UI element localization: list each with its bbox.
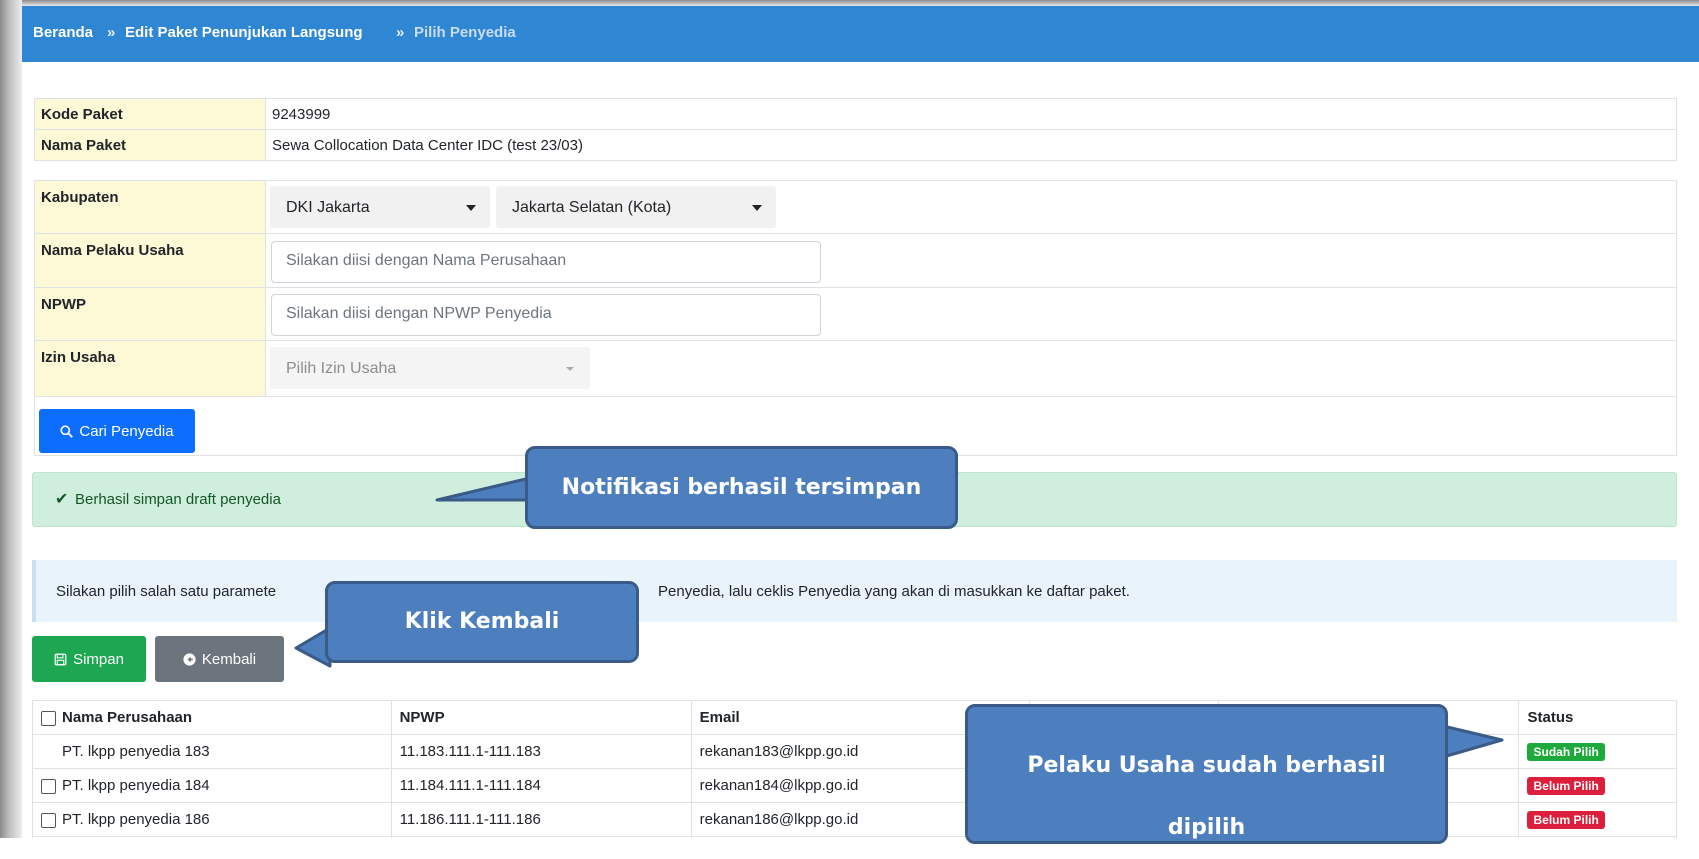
kembali-label: Kembali [201,650,257,668]
info-alert-text-end: Penyedia, lalu ceklis Penyedia yang akan… [658,583,1130,600]
nama-perusahaan-input[interactable] [272,242,820,280]
row-checkbox[interactable] [41,812,56,828]
kota-select[interactable]: Jakarta Selatan (Kota) [496,186,776,228]
izin-usaha-select[interactable]: Pilih Izin Usaha [270,347,590,389]
nama-pelaku-usaha-label: Nama Pelaku Usaha [34,233,266,288]
kota-select-value: Jakarta Selatan (Kota) [512,199,672,216]
chevron-down-icon [466,205,476,211]
row-npwp: 11.184.111.1-111.184 [390,768,692,803]
izin-usaha-select-value: Pilih Izin Usaha [286,360,397,377]
kabupaten-label: Kabupaten [34,180,266,234]
save-icon [54,653,67,665]
breadcrumb-home[interactable]: Beranda [33,24,93,41]
breadcrumb-edit[interactable]: Edit Paket Penunjukan Langsung [125,24,363,41]
kode-paket-value: 9243999 [265,98,1677,130]
window-shadow-left [0,0,22,838]
nama-paket-value: Sewa Collocation Data Center IDC (test 2… [265,129,1677,161]
provinsi-select-value: DKI Jakarta [286,199,370,216]
callout-status: Pelaku Usaha sudah berhasil dipilih [965,704,1448,844]
row-npwp: 11.183.111.1-111.183 [390,734,692,769]
nama-perusahaan-field[interactable] [271,241,821,283]
search-icon [60,424,74,438]
chevron-down-icon [752,205,762,211]
info-alert: Silakan pilih salah satu paramete Penyed… [32,560,1677,622]
header-npwp: NPWP [390,700,692,735]
nama-paket-label: Nama Paket [34,129,266,161]
callout-status-line2: dipilih [1167,815,1246,840]
status-badge: Sudah Pilih [1527,742,1605,761]
breadcrumb: Beranda » Edit Paket Penunjukan Langsung… [22,6,1699,62]
cari-penyedia-button[interactable]: Cari Penyedia [39,409,195,453]
callout-status-line1: Pelaku Usaha sudah berhasil [1027,753,1386,778]
success-alert-text: Berhasil simpan draft penyedia [75,491,281,508]
header-nama: Nama Perusahaan [62,709,193,726]
paket-info-table: Kode Paket 9243999 Nama Paket Sewa Collo… [34,98,1677,161]
info-alert-text-start: Silakan pilih salah satu paramete [56,583,277,600]
npwp-input[interactable] [272,295,820,333]
callout-kembali-text: Klik Kembali [404,609,560,634]
breadcrumb-current: Pilih Penyedia [414,24,516,41]
izin-usaha-label: Izin Usaha [34,340,266,397]
row-nama: PT. lkpp penyedia 183 [62,743,210,760]
cari-penyedia-label: Cari Penyedia [79,422,174,440]
callout-notifikasi: Notifikasi berhasil tersimpan [525,446,958,529]
npwp-label: NPWP [34,287,266,341]
status-badge: Belum Pilih [1527,776,1605,795]
simpan-button[interactable]: Simpan [32,636,146,682]
chevron-down-icon [566,367,574,371]
simpan-label: Simpan [73,650,124,668]
breadcrumb-separator: » [107,24,116,41]
npwp-field[interactable] [271,294,821,336]
callout-kembali: Klik Kembali [325,581,639,663]
row-npwp: 11.186.111.1-111.186 [390,802,692,837]
callout-notifikasi-text: Notifikasi berhasil tersimpan [561,475,922,500]
row-checkbox[interactable] [41,778,56,794]
search-form-table: Kabupaten DKI Jakarta Jakarta Selatan (K… [34,180,1677,397]
check-icon: ✔ [55,491,69,508]
header-status: Status [1518,700,1677,735]
provinsi-select[interactable]: DKI Jakarta [270,186,490,228]
kembali-button[interactable]: Kembali [155,636,284,682]
arrow-left-circle-icon [183,652,196,666]
breadcrumb-separator: » [396,24,405,41]
row-nama: PT. lkpp penyedia 184 [62,777,210,794]
kode-paket-label: Kode Paket [34,98,266,130]
select-all-checkbox[interactable] [41,710,56,726]
status-badge: Belum Pilih [1527,810,1605,829]
row-nama: PT. lkpp penyedia 186 [62,811,210,828]
